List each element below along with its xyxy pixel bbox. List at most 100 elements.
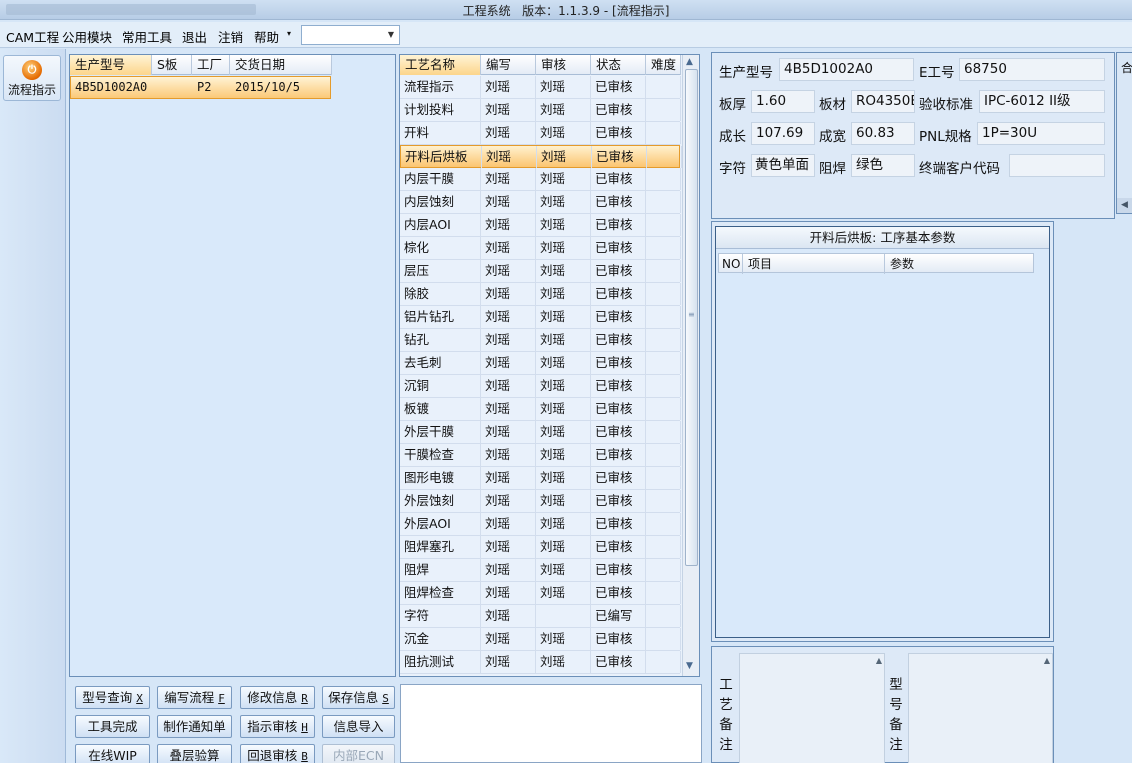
table-row[interactable]: 干膜检查 刘瑶 刘瑶 已审核 (400, 444, 681, 467)
column-header-s-board[interactable]: S板 (152, 55, 192, 75)
column-header-factory[interactable]: 工厂 (192, 55, 230, 75)
table-row[interactable]: 板镀 刘瑶 刘瑶 已审核 (400, 398, 681, 421)
tool-complete-button[interactable]: 工具完成 (75, 715, 150, 738)
cell-status: 已审核 (591, 237, 646, 259)
cell-writer: 刘瑶 (481, 329, 536, 351)
table-row[interactable]: 阻焊塞孔 刘瑶 刘瑶 已审核 (400, 536, 681, 559)
cell-reviewer: 刘瑶 (536, 122, 591, 144)
scroll-down-arrow-icon[interactable]: ▼ (686, 661, 693, 671)
cell-status: 已编写 (591, 605, 646, 627)
table-row[interactable]: 沉金 刘瑶 刘瑶 已审核 (400, 628, 681, 651)
menu-logout[interactable]: 注销 (218, 27, 243, 46)
order-grid-header: 生产型号 S板 工厂 交货日期 (70, 55, 332, 75)
mask-field[interactable]: 绿色 (851, 154, 915, 177)
instruction-review-button[interactable]: 指示审核 H (240, 715, 315, 738)
cell-difficulty (646, 260, 681, 282)
column-header-writer[interactable]: 编写 (481, 55, 536, 75)
pnl-field[interactable]: 1P=30U (977, 122, 1105, 145)
table-row[interactable]: 棕化 刘瑶 刘瑶 已审核 (400, 237, 681, 260)
model-remarks-textarea[interactable]: ▲ (908, 653, 1053, 763)
table-row[interactable]: 沉铜 刘瑶 刘瑶 已审核 (400, 375, 681, 398)
column-header-status[interactable]: 状态 (591, 55, 646, 75)
cell-reviewer: 刘瑶 (536, 237, 591, 259)
scroll-up-arrow-icon[interactable]: ▲ (686, 57, 693, 67)
process-remarks-label: 工艺备注 (719, 677, 733, 753)
menu-common-modules[interactable]: 公用模块 (62, 27, 112, 46)
scroll-up-arrow-icon[interactable]: ▲ (1044, 656, 1050, 665)
column-header-model[interactable]: 生产型号 (70, 55, 152, 75)
table-row[interactable]: 阻焊检查 刘瑶 刘瑶 已审核 (400, 582, 681, 605)
column-header-reviewer[interactable]: 审核 (536, 55, 591, 75)
process-params-panel: 开料后烘板: 工序基本参数 NO 项目 参数 (711, 221, 1054, 642)
table-row[interactable]: 阻抗测试 刘瑶 刘瑶 已审核 (400, 651, 681, 674)
table-row[interactable]: 铝片钻孔 刘瑶 刘瑶 已审核 (400, 306, 681, 329)
cell-writer: 刘瑶 (481, 237, 536, 259)
cell-name: 棕化 (400, 237, 481, 259)
table-row[interactable]: 钻孔 刘瑶 刘瑶 已审核 (400, 329, 681, 352)
import-info-button[interactable]: 信息导入 (322, 715, 395, 738)
menu-exit[interactable]: 退出 (182, 27, 207, 46)
standard-field[interactable]: IPC-6012 II级 (979, 90, 1105, 113)
process-remarks-textarea[interactable]: ▲ (739, 653, 885, 763)
cell-writer: 刘瑶 (481, 605, 536, 627)
process-grid-scrollbar[interactable]: ▲ ≡ ▼ (682, 55, 699, 676)
width-field[interactable]: 60.83 (851, 122, 915, 145)
model-query-button[interactable]: 型号查询 X (75, 686, 150, 709)
stackup-check-button[interactable]: 叠层验算 (157, 744, 232, 763)
table-row[interactable]: 开料后烘板 刘瑶 刘瑶 已审核 (400, 145, 682, 168)
column-header-difficulty[interactable]: 难度 (646, 55, 681, 75)
help-dropdown-arrow-icon[interactable]: ▾ (287, 29, 291, 38)
menu-common-tools[interactable]: 常用工具 (122, 27, 172, 46)
write-flow-button[interactable]: 编写流程 F (157, 686, 232, 709)
modify-info-button[interactable]: 修改信息 R (240, 686, 315, 709)
table-row[interactable]: 4B5D1002A0 P2 2015/10/5 (70, 76, 331, 99)
table-row[interactable]: 阻焊 刘瑶 刘瑶 已审核 (400, 559, 681, 582)
table-row[interactable]: 除胶 刘瑶 刘瑶 已审核 (400, 283, 681, 306)
table-row[interactable]: 开料 刘瑶 刘瑶 已审核 (400, 122, 681, 145)
table-row[interactable]: 内层AOI 刘瑶 刘瑶 已审核 (400, 214, 681, 237)
table-row[interactable]: 流程指示 刘瑶 刘瑶 已审核 (400, 76, 681, 99)
column-header-no[interactable]: NO (719, 254, 743, 274)
table-row[interactable]: 层压 刘瑶 刘瑶 已审核 (400, 260, 681, 283)
eno-field[interactable]: 68750 (959, 58, 1105, 81)
material-field[interactable]: RO4350B (851, 90, 915, 113)
cell-name: 开料 (400, 122, 481, 144)
menu-cam-engineering[interactable]: CAM工程 (6, 27, 59, 46)
save-info-button[interactable]: 保存信息 S (322, 686, 395, 709)
column-header-param[interactable]: 参数 (885, 254, 1033, 274)
table-row[interactable]: 计划投料 刘瑶 刘瑶 已审核 (400, 99, 681, 122)
cell-status: 已审核 (591, 628, 646, 650)
scroll-left-arrow-icon[interactable]: ◀ (1117, 198, 1132, 213)
table-row[interactable]: 外层AOI 刘瑶 刘瑶 已审核 (400, 513, 681, 536)
customer-code-label: 终端客户代码 (919, 161, 1000, 177)
table-row[interactable]: 去毛刺 刘瑶 刘瑶 已审核 (400, 352, 681, 375)
toolbar-combo-box[interactable]: ▼ (301, 25, 400, 45)
cell-difficulty (646, 375, 681, 397)
cell-name: 沉铜 (400, 375, 481, 397)
column-header-item[interactable]: 项目 (743, 254, 885, 274)
scrollbar-thumb[interactable]: ≡ (685, 69, 698, 566)
button-label: 工具完成 (87, 719, 138, 734)
table-row[interactable]: 内层蚀刻 刘瑶 刘瑶 已审核 (400, 191, 681, 214)
table-row[interactable]: 外层干膜 刘瑶 刘瑶 已审核 (400, 421, 681, 444)
customer-code-field[interactable] (1009, 154, 1105, 177)
menu-help[interactable]: 帮助 (254, 27, 279, 46)
thickness-field[interactable]: 1.60 (751, 90, 815, 113)
table-row[interactable]: 内层干膜 刘瑶 刘瑶 已审核 (400, 168, 681, 191)
scroll-up-arrow-icon[interactable]: ▲ (876, 656, 882, 665)
legend-field[interactable]: 黄色单面 (751, 154, 815, 177)
online-wip-button[interactable]: 在线WIP (75, 744, 150, 763)
button-shortcut-key: B (301, 750, 308, 763)
cell-difficulty (646, 168, 681, 190)
column-header-process-name[interactable]: 工艺名称 (400, 55, 481, 75)
cell-difficulty (647, 146, 682, 168)
make-notice-button[interactable]: 制作通知单 (157, 715, 232, 738)
rollback-review-button[interactable]: 回退审核 B (240, 744, 315, 763)
column-header-delivery[interactable]: 交货日期 (230, 55, 332, 75)
length-field[interactable]: 107.69 (751, 122, 815, 145)
table-row[interactable]: 字符 刘瑶 已编写 (400, 605, 681, 628)
flow-instruction-nav-button[interactable]: ⏻ 流程指示 (3, 55, 61, 101)
table-row[interactable]: 外层蚀刻 刘瑶 刘瑶 已审核 (400, 490, 681, 513)
model-field[interactable]: 4B5D1002A0 (779, 58, 914, 81)
table-row[interactable]: 图形电镀 刘瑶 刘瑶 已审核 (400, 467, 681, 490)
